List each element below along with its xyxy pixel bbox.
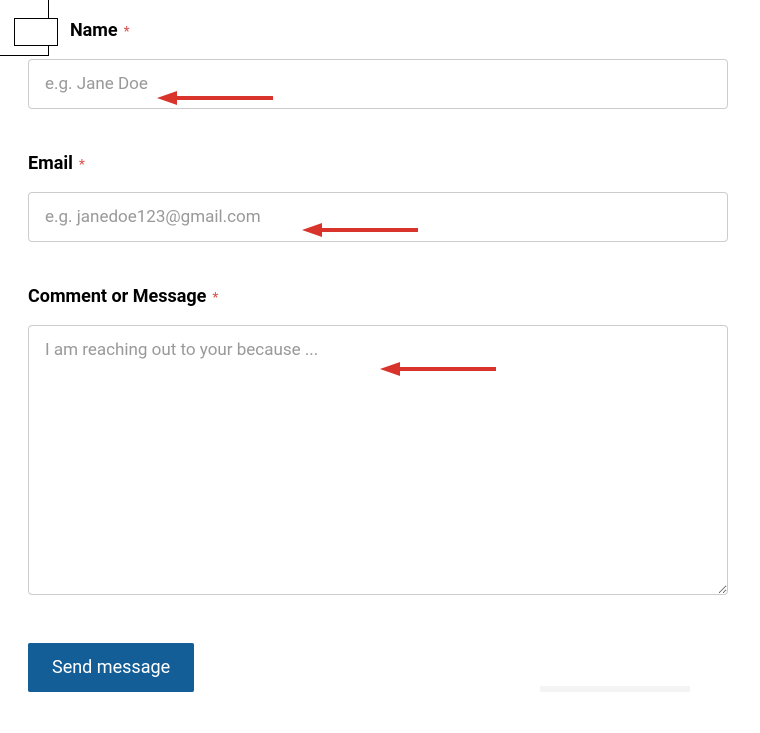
comment-textarea[interactable] — [28, 325, 728, 595]
comment-required-marker: * — [212, 290, 218, 306]
name-field-group: Name * — [28, 20, 728, 109]
comment-label: Comment or Message — [28, 286, 206, 307]
send-message-button[interactable]: Send message — [28, 643, 194, 692]
email-required-marker: * — [79, 157, 85, 173]
contact-form: Name * Email * Comment or Message * Send… — [0, 0, 760, 692]
email-input[interactable] — [28, 192, 728, 242]
email-label: Email — [28, 153, 73, 174]
comment-field-group: Comment or Message * — [28, 286, 728, 599]
email-field-group: Email * — [28, 153, 728, 242]
name-input[interactable] — [28, 59, 728, 109]
name-required-marker: * — [124, 24, 130, 40]
name-label: Name — [70, 20, 118, 41]
faint-bar — [540, 686, 690, 692]
